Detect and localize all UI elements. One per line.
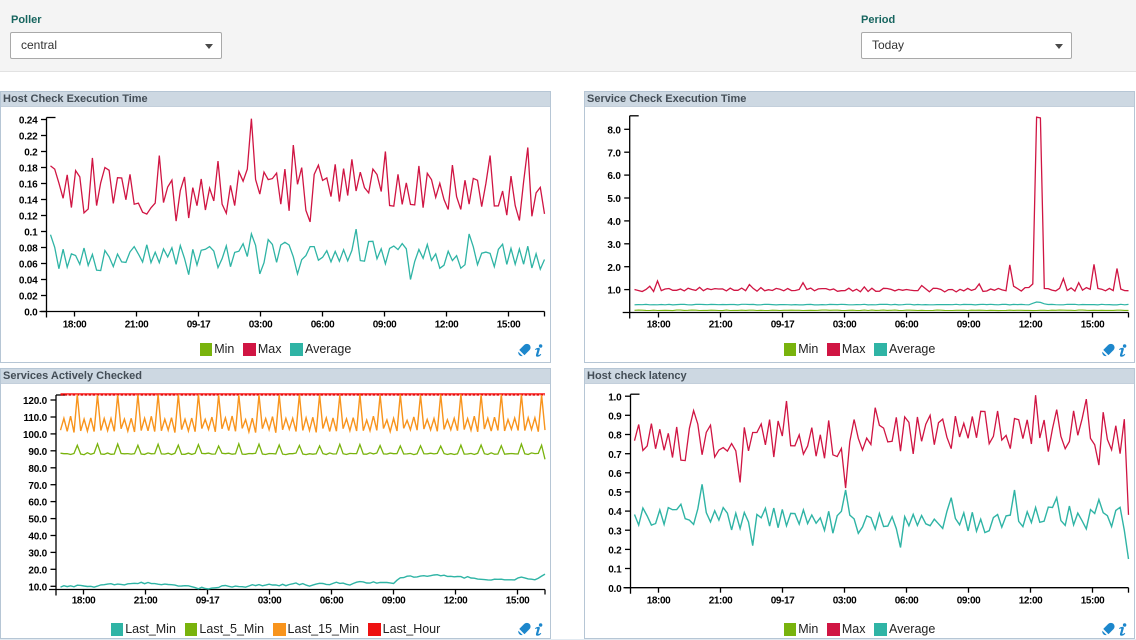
svg-text:1.0: 1.0: [608, 392, 622, 403]
svg-text:0.5: 0.5: [608, 488, 622, 499]
svg-text:15:00: 15:00: [497, 320, 521, 331]
svg-text:0.2: 0.2: [24, 148, 38, 159]
svg-text:0.3: 0.3: [608, 526, 622, 537]
svg-text:15:00: 15:00: [1081, 320, 1105, 331]
svg-text:06:00: 06:00: [895, 596, 919, 607]
svg-text:1.0: 1.0: [607, 286, 621, 297]
svg-text:0.22: 0.22: [19, 132, 38, 143]
svg-text:09-17: 09-17: [187, 320, 211, 331]
svg-text:90.0: 90.0: [28, 447, 47, 458]
svg-text:12:00: 12:00: [444, 596, 468, 607]
svg-text:21:00: 21:00: [709, 596, 733, 607]
svg-text:70.0: 70.0: [28, 481, 47, 492]
svg-text:09:00: 09:00: [382, 596, 406, 607]
svg-text:7.0: 7.0: [607, 148, 621, 159]
svg-text:0.08: 0.08: [19, 244, 38, 255]
svg-text:03:00: 03:00: [249, 320, 273, 331]
svg-text:21:00: 21:00: [134, 596, 158, 607]
svg-text:0.24: 0.24: [19, 116, 38, 127]
svg-text:0.16: 0.16: [19, 180, 38, 191]
svg-text:15:00: 15:00: [1081, 596, 1105, 607]
svg-text:4.0: 4.0: [607, 217, 621, 228]
svg-text:06:00: 06:00: [311, 320, 335, 331]
svg-text:2.0: 2.0: [607, 263, 621, 274]
svg-text:0.9: 0.9: [608, 411, 622, 422]
svg-text:8.0: 8.0: [607, 125, 621, 136]
svg-text:09-17: 09-17: [196, 596, 220, 607]
svg-text:06:00: 06:00: [320, 596, 344, 607]
svg-text:0.12: 0.12: [19, 212, 38, 223]
svg-text:5.0: 5.0: [607, 194, 621, 205]
svg-text:0.1: 0.1: [608, 565, 622, 576]
svg-text:21:00: 21:00: [709, 320, 733, 331]
svg-text:12:00: 12:00: [1019, 596, 1043, 607]
svg-text:0.0: 0.0: [608, 584, 622, 595]
svg-text:0.06: 0.06: [19, 260, 38, 271]
svg-text:09:00: 09:00: [957, 596, 981, 607]
svg-text:0.02: 0.02: [19, 292, 38, 303]
svg-text:03:00: 03:00: [258, 596, 282, 607]
svg-text:110.0: 110.0: [24, 413, 48, 424]
svg-text:120.0: 120.0: [23, 396, 48, 407]
svg-text:0.1: 0.1: [24, 228, 38, 239]
svg-text:06:00: 06:00: [895, 320, 919, 331]
svg-text:09-17: 09-17: [771, 596, 795, 607]
svg-text:0.14: 0.14: [19, 196, 38, 207]
svg-text:18:00: 18:00: [647, 320, 671, 331]
svg-text:50.0: 50.0: [28, 515, 47, 526]
svg-text:09:00: 09:00: [957, 320, 981, 331]
svg-text:18:00: 18:00: [647, 596, 671, 607]
svg-text:09-17: 09-17: [771, 320, 795, 331]
svg-text:18:00: 18:00: [72, 596, 96, 607]
svg-text:0.4: 0.4: [608, 507, 622, 518]
svg-text:0.2: 0.2: [608, 546, 622, 557]
svg-text:0.18: 0.18: [19, 164, 38, 175]
svg-text:18:00: 18:00: [63, 320, 87, 331]
svg-text:15:00: 15:00: [506, 596, 530, 607]
svg-text:60.0: 60.0: [28, 498, 47, 509]
svg-text:12:00: 12:00: [1019, 320, 1043, 331]
svg-text:100.0: 100.0: [23, 430, 48, 441]
svg-text:0.6: 0.6: [608, 469, 622, 480]
svg-text:40.0: 40.0: [28, 532, 47, 543]
svg-text:09:00: 09:00: [373, 320, 397, 331]
svg-text:10.0: 10.0: [28, 582, 47, 593]
svg-text:6.0: 6.0: [607, 171, 621, 182]
svg-text:20.0: 20.0: [28, 565, 47, 576]
svg-text:03:00: 03:00: [833, 320, 857, 331]
svg-text:0.7: 0.7: [608, 450, 622, 461]
svg-text:03:00: 03:00: [833, 596, 857, 607]
svg-text:21:00: 21:00: [125, 320, 149, 331]
svg-text:0.8: 0.8: [608, 431, 622, 442]
svg-text:0.0: 0.0: [24, 308, 38, 319]
svg-text:12:00: 12:00: [435, 320, 459, 331]
svg-text:3.0: 3.0: [607, 240, 621, 251]
svg-text:0.04: 0.04: [19, 276, 38, 287]
svg-text:30.0: 30.0: [28, 549, 47, 560]
svg-text:80.0: 80.0: [28, 464, 47, 475]
